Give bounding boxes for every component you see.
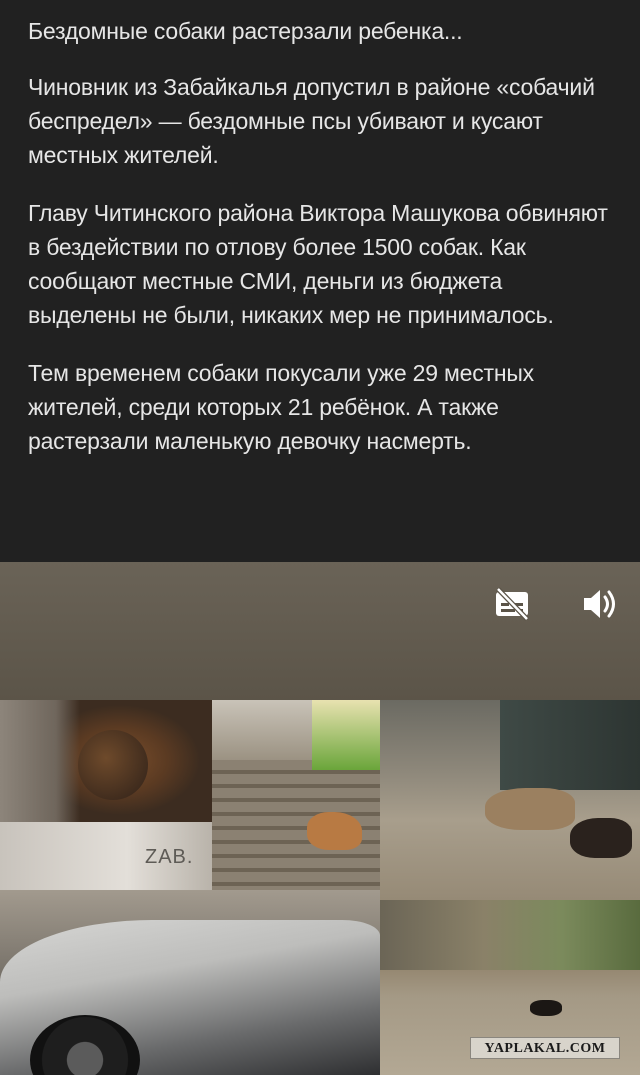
post-title: Бездомные собаки растерзали ребенка... [28, 18, 463, 44]
car-image [0, 890, 380, 1075]
video-frame-collage: ZAB. YAPLAKAL.COM [0, 700, 640, 1075]
video-top-area [0, 562, 640, 702]
post-paragraph-2: Главу Читинского района Виктора Машукова… [28, 200, 608, 328]
yard-dogs-image [380, 700, 640, 900]
puppy-image [0, 700, 212, 822]
stairs-dog-image [212, 700, 380, 890]
watermark: YAPLAKAL.COM [470, 1037, 620, 1059]
video-player[interactable]: ZAB. YAPLAKAL.COM [0, 562, 640, 1075]
post-text: Бездомные собаки растерзали ребенка... Ч… [0, 0, 640, 562]
volume-icon[interactable] [578, 582, 622, 626]
captions-off-icon[interactable] [490, 582, 534, 626]
frame-text: ZAB. [145, 846, 194, 868]
post-paragraph-3: Тем временем собаки покусали уже 29 мест… [28, 360, 534, 454]
post-paragraph-1: Чиновник из Забайкалья допустил в районе… [28, 74, 595, 168]
